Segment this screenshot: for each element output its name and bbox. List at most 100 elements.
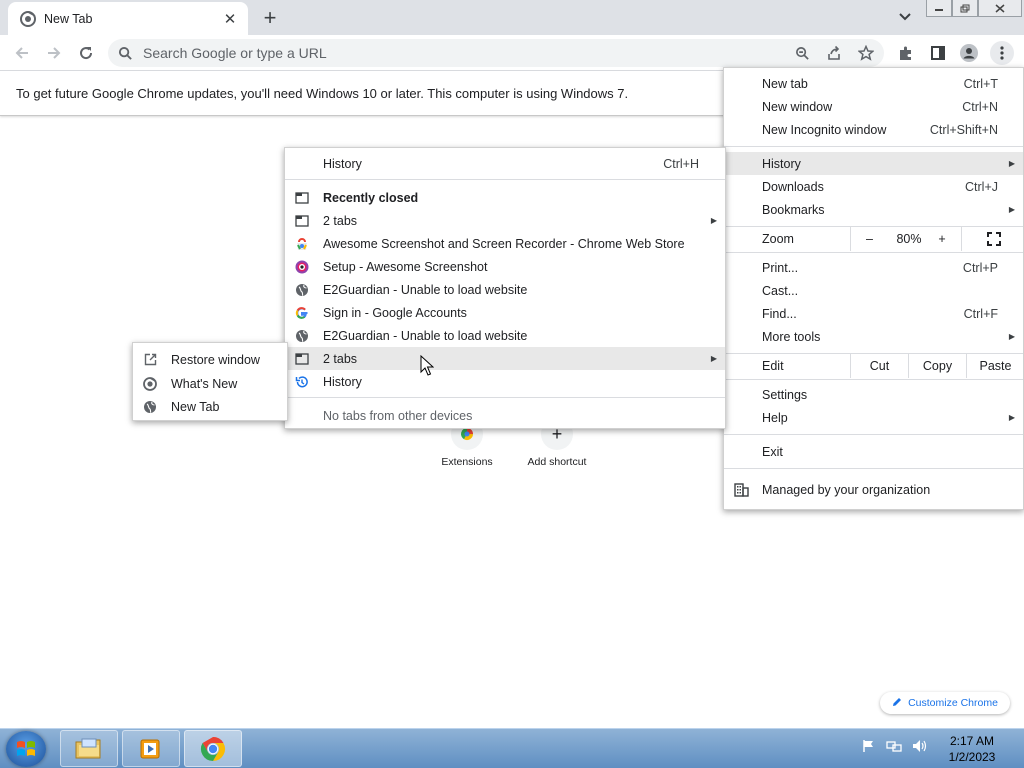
zoom-out-button[interactable]: – bbox=[850, 227, 888, 251]
network-icon[interactable] bbox=[886, 739, 902, 753]
history-header-item[interactable]: History Ctrl+H bbox=[285, 152, 725, 175]
history-item-awesome-setup[interactable]: Setup - Awesome Screenshot bbox=[285, 255, 725, 278]
zoom-icon[interactable] bbox=[790, 41, 814, 65]
menu-item-find[interactable]: Find... Ctrl+F bbox=[724, 302, 1023, 325]
window-icon bbox=[295, 352, 309, 366]
tab-new-tab[interactable]: New Tab ✕ bbox=[8, 2, 248, 35]
new-tab-item[interactable]: New Tab bbox=[133, 395, 287, 418]
restore-button[interactable] bbox=[952, 0, 978, 17]
submenu-arrow-icon: ▶ bbox=[710, 354, 717, 363]
reload-button[interactable] bbox=[74, 41, 98, 65]
tabs-submenu: Restore window What's New New Tab bbox=[132, 342, 288, 421]
window-controls bbox=[926, 0, 1022, 18]
menu-item-managed[interactable]: Managed by your organization bbox=[724, 478, 1023, 501]
copy-button[interactable]: Copy bbox=[908, 354, 966, 378]
globe-icon bbox=[143, 400, 157, 414]
window-icon bbox=[295, 191, 309, 205]
menu-item-exit[interactable]: Exit bbox=[724, 440, 1023, 463]
history-item-webstore[interactable]: Awesome Screenshot and Screen Recorder -… bbox=[285, 232, 725, 255]
history-item-e2guardian[interactable]: E2Guardian - Unable to load website bbox=[285, 324, 725, 347]
edit-row: Edit Cut Copy Paste bbox=[724, 354, 1023, 378]
menu-item-new-incognito[interactable]: New Incognito window Ctrl+Shift+N bbox=[724, 118, 1023, 141]
zoom-row: Zoom – 80% + bbox=[724, 227, 1023, 251]
chevron-down-icon[interactable] bbox=[895, 9, 915, 25]
close-window-button[interactable] bbox=[978, 0, 1022, 17]
customize-chrome-button[interactable]: Customize Chrome bbox=[880, 692, 1010, 714]
side-panel-icon[interactable] bbox=[926, 41, 950, 65]
profile-avatar-icon[interactable] bbox=[957, 41, 981, 65]
windows-taskbar: 2:17 AM 1/2/2023 bbox=[0, 728, 1024, 768]
menu-item-new-tab[interactable]: New tab Ctrl+T bbox=[724, 72, 1023, 95]
flag-icon[interactable] bbox=[862, 739, 876, 753]
minimize-button[interactable] bbox=[926, 0, 952, 17]
paste-button[interactable]: Paste bbox=[966, 354, 1024, 378]
forward-button[interactable] bbox=[42, 41, 66, 65]
whats-new-item[interactable]: What's New bbox=[133, 372, 287, 395]
back-button[interactable] bbox=[10, 41, 34, 65]
taskbar-explorer[interactable] bbox=[60, 730, 118, 767]
share-icon[interactable] bbox=[822, 41, 846, 65]
tab-title: New Tab bbox=[44, 11, 93, 26]
menu-item-print[interactable]: Print... Ctrl+P bbox=[724, 256, 1023, 279]
volume-icon[interactable] bbox=[912, 739, 928, 753]
history-icon bbox=[295, 375, 309, 389]
menu-item-help[interactable]: Help ▶ bbox=[724, 406, 1023, 429]
omnibox[interactable]: Search Google or type a URL bbox=[108, 39, 884, 67]
infobar-message: To get future Google Chrome updates, you… bbox=[16, 86, 629, 101]
menu-separator bbox=[285, 397, 725, 398]
history-item-2-tabs[interactable]: 2 tabs ▶ bbox=[285, 209, 725, 232]
menu-item-more-tools[interactable]: More tools ▶ bbox=[724, 325, 1023, 348]
forward-arrow-icon bbox=[48, 47, 61, 59]
cut-button[interactable]: Cut bbox=[850, 354, 908, 378]
history-item-e2guardian[interactable]: E2Guardian - Unable to load website bbox=[285, 278, 725, 301]
close-tab-icon[interactable]: ✕ bbox=[222, 11, 238, 28]
submenu-arrow-icon: ▶ bbox=[710, 216, 717, 225]
submenu-arrow-icon: ▶ bbox=[1008, 205, 1015, 214]
google-icon bbox=[295, 306, 309, 320]
menu-item-new-window[interactable]: New window Ctrl+N bbox=[724, 95, 1023, 118]
menu-separator bbox=[724, 252, 1023, 253]
awesome-screenshot-icon bbox=[295, 260, 309, 274]
back-arrow-icon bbox=[15, 47, 28, 59]
bookmark-star-icon[interactable] bbox=[854, 41, 878, 65]
media-player-icon bbox=[140, 739, 160, 758]
taskbar-chrome[interactable] bbox=[184, 730, 242, 767]
zoom-in-button[interactable]: + bbox=[930, 227, 954, 251]
clock-date: 1/2/2023 bbox=[948, 750, 996, 764]
taskbar-media-player[interactable] bbox=[122, 730, 180, 767]
building-icon bbox=[734, 482, 749, 497]
history-item-2-tabs[interactable]: 2 tabs ▶ bbox=[285, 347, 725, 370]
webstore-icon bbox=[295, 237, 309, 251]
menu-kebab-icon[interactable] bbox=[990, 41, 1014, 65]
menu-separator bbox=[724, 434, 1023, 435]
omnibox-placeholder: Search Google or type a URL bbox=[143, 45, 327, 61]
new-tab-button[interactable]: + bbox=[258, 6, 282, 30]
menu-item-history[interactable]: History ▶ bbox=[724, 152, 1023, 175]
menu-item-settings[interactable]: Settings bbox=[724, 383, 1023, 406]
search-icon bbox=[118, 46, 132, 60]
fullscreen-icon[interactable] bbox=[961, 227, 1024, 251]
system-tray bbox=[862, 739, 928, 753]
submenu-arrow-icon: ▶ bbox=[1008, 159, 1015, 168]
recently-closed-heading: Recently closed bbox=[285, 186, 725, 209]
no-tabs-message: No tabs from other devices bbox=[323, 408, 473, 423]
windows-logo-icon bbox=[17, 741, 35, 756]
menu-item-bookmarks[interactable]: Bookmarks ▶ bbox=[724, 198, 1023, 221]
history-item-history[interactable]: History bbox=[285, 370, 725, 393]
window-icon bbox=[295, 214, 309, 228]
taskbar-clock[interactable]: 2:17 AM 1/2/2023 bbox=[930, 733, 1014, 765]
menu-item-cast[interactable]: Cast... bbox=[724, 279, 1023, 302]
submenu-arrow-icon: ▶ bbox=[1008, 413, 1015, 422]
start-button[interactable] bbox=[6, 731, 46, 767]
extensions-puzzle-icon[interactable] bbox=[894, 41, 918, 65]
menu-item-downloads[interactable]: Downloads Ctrl+J bbox=[724, 175, 1023, 198]
zoom-level: 80% bbox=[896, 232, 922, 246]
folder-icon bbox=[75, 738, 101, 758]
globe-icon bbox=[295, 329, 309, 343]
history-item-google-signin[interactable]: Sign in - Google Accounts bbox=[285, 301, 725, 324]
restore-window-item[interactable]: Restore window bbox=[133, 348, 287, 371]
chrome-icon bbox=[143, 376, 157, 391]
menu-separator bbox=[724, 146, 1023, 147]
shortcut-label: Extensions bbox=[441, 456, 493, 468]
chrome-icon bbox=[200, 736, 226, 761]
